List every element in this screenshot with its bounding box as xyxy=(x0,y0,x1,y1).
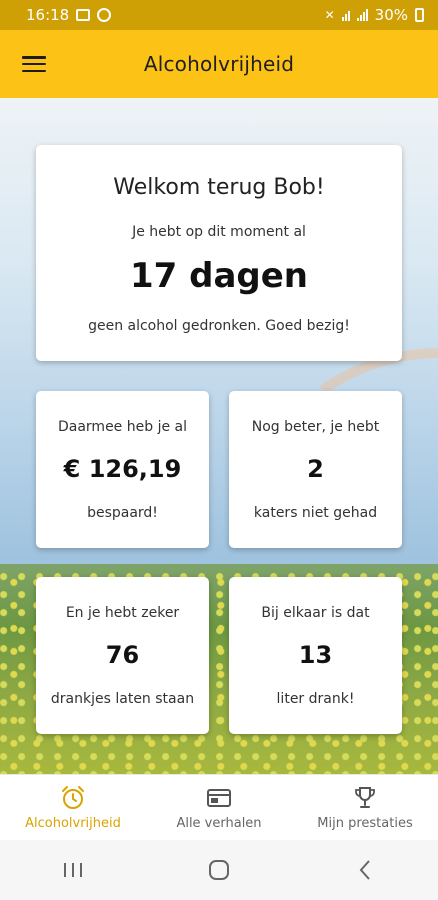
wifi-signal-icon xyxy=(341,9,350,21)
stat-value: 13 xyxy=(298,641,333,669)
intro-text: Je hebt op dit moment al xyxy=(132,224,306,240)
stat-subtitle: bespaard! xyxy=(87,505,158,521)
stat-value: € 126,19 xyxy=(63,455,182,483)
bottom-navigation: Alcoholvrijheid Alle verhalen Mijn prest… xyxy=(0,774,438,840)
welcome-text: Welkom terug Bob! xyxy=(113,175,325,200)
hamburger-menu-icon[interactable] xyxy=(22,54,46,74)
stat-caption: Bij elkaar is dat xyxy=(261,605,370,621)
whatsapp-notification-icon xyxy=(97,8,112,22)
stat-caption: En je hebt zeker xyxy=(65,605,180,621)
sober-days-count: 17 dagen xyxy=(129,256,309,296)
stat-card-money-saved: Daarmee heb je al € 126,19 bespaard! xyxy=(36,391,209,548)
home-button[interactable] xyxy=(189,850,249,890)
browser-window-icon xyxy=(207,788,231,807)
app-title: Alcoholvrijheid xyxy=(143,52,295,76)
gallery-notification-icon xyxy=(76,9,91,21)
recent-apps-button[interactable] xyxy=(43,850,103,890)
trophy-icon xyxy=(355,786,375,808)
welcome-card: Welkom terug Bob! Je hebt op dit moment … xyxy=(36,145,402,361)
stat-card-drinks-skipped: En je hebt zeker 76 drankjes laten staan xyxy=(36,577,209,734)
outro-text: geen alcohol gedronken. Goed bezig! xyxy=(88,318,350,334)
nav-tab-alle-verhalen[interactable]: Alle verhalen xyxy=(146,775,292,840)
back-button[interactable] xyxy=(335,850,395,890)
back-icon xyxy=(359,860,370,880)
stat-subtitle: katers niet gehad xyxy=(253,505,378,521)
battery-percentage: 30% xyxy=(374,6,408,24)
stat-value: 2 xyxy=(307,455,324,483)
alarm-clock-icon xyxy=(62,785,84,809)
mute-icon: ✕ xyxy=(324,8,335,22)
nav-tab-label: Mijn prestaties xyxy=(317,815,413,831)
stat-card-liters: Bij elkaar is dat 13 liter drank! xyxy=(229,577,402,734)
cell-signal-icon xyxy=(356,9,368,21)
stat-subtitle: drankjes laten staan xyxy=(50,691,195,707)
home-icon xyxy=(209,860,229,880)
recent-apps-icon xyxy=(64,863,82,877)
nav-tab-label: Alcoholvrijheid xyxy=(25,815,121,831)
stat-caption: Nog beter, je hebt xyxy=(251,419,380,435)
nav-tab-mijn-prestaties[interactable]: Mijn prestaties xyxy=(292,775,438,840)
stat-subtitle: liter drank! xyxy=(276,691,355,707)
nav-tab-label: Alle verhalen xyxy=(176,815,262,831)
system-navigation-bar xyxy=(0,840,438,900)
stat-caption: Daarmee heb je al xyxy=(57,419,187,435)
battery-icon xyxy=(415,8,424,22)
status-time: 16:18 xyxy=(26,6,70,24)
stat-value: 76 xyxy=(105,641,140,669)
status-bar: 16:18 ✕ 30% xyxy=(0,0,438,30)
app-bar: Alcoholvrijheid xyxy=(0,30,438,98)
nav-tab-alcoholvrijheid[interactable]: Alcoholvrijheid xyxy=(0,775,146,840)
stat-card-hangovers: Nog beter, je hebt 2 katers niet gehad xyxy=(229,391,402,548)
